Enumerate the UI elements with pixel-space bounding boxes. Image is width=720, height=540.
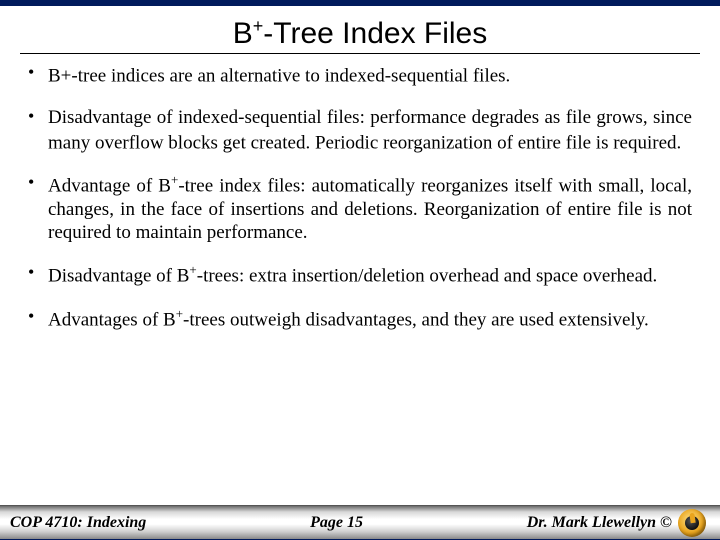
footer-course: COP 4710: Indexing bbox=[10, 514, 146, 532]
list-item: Disadvantage of B+-trees: extra insertio… bbox=[28, 262, 692, 288]
title-suffix: -Tree Index Files bbox=[263, 17, 487, 50]
slide: B+-Tree Index Files B+-tree indices are … bbox=[0, 0, 720, 540]
footer-author: Dr. Mark Llewellyn © bbox=[527, 514, 672, 532]
ucf-logo-icon bbox=[678, 509, 706, 537]
footer-bar: COP 4710: Indexing Page 15 Dr. Mark Llew… bbox=[0, 505, 720, 539]
footer-page: Page 15 bbox=[146, 514, 526, 532]
bullet-pre: B+-tree indices are an alternative to in… bbox=[48, 65, 510, 86]
bullet-pre: Disadvantage of indexed-sequential files… bbox=[48, 107, 692, 154]
bullet-sup: + bbox=[176, 306, 183, 321]
bullet-pre: Advantage of B bbox=[48, 176, 171, 197]
title-superscript: + bbox=[253, 16, 264, 36]
list-item: Advantages of B+-trees outweigh disadvan… bbox=[28, 306, 692, 332]
bullet-post: -trees outweigh disadvantages, and they … bbox=[183, 309, 649, 330]
title-rule bbox=[20, 53, 700, 54]
bullet-sup: + bbox=[189, 262, 196, 277]
list-item: Advantage of B+-tree index files: automa… bbox=[28, 172, 692, 244]
bullet-list: B+-tree indices are an alternative to in… bbox=[0, 62, 720, 331]
title-prefix: B bbox=[233, 17, 253, 50]
slide-title: B+-Tree Index Files bbox=[0, 16, 720, 51]
list-item: Disadvantage of indexed-sequential files… bbox=[28, 106, 692, 155]
footer-author-block: Dr. Mark Llewellyn © bbox=[527, 509, 706, 537]
bullet-pre: Disadvantage of B bbox=[48, 265, 189, 286]
bullet-post: -trees: extra insertion/deletion overhea… bbox=[197, 265, 658, 286]
bullet-pre: Advantages of B bbox=[48, 309, 176, 330]
list-item: B+-tree indices are an alternative to in… bbox=[28, 62, 692, 88]
